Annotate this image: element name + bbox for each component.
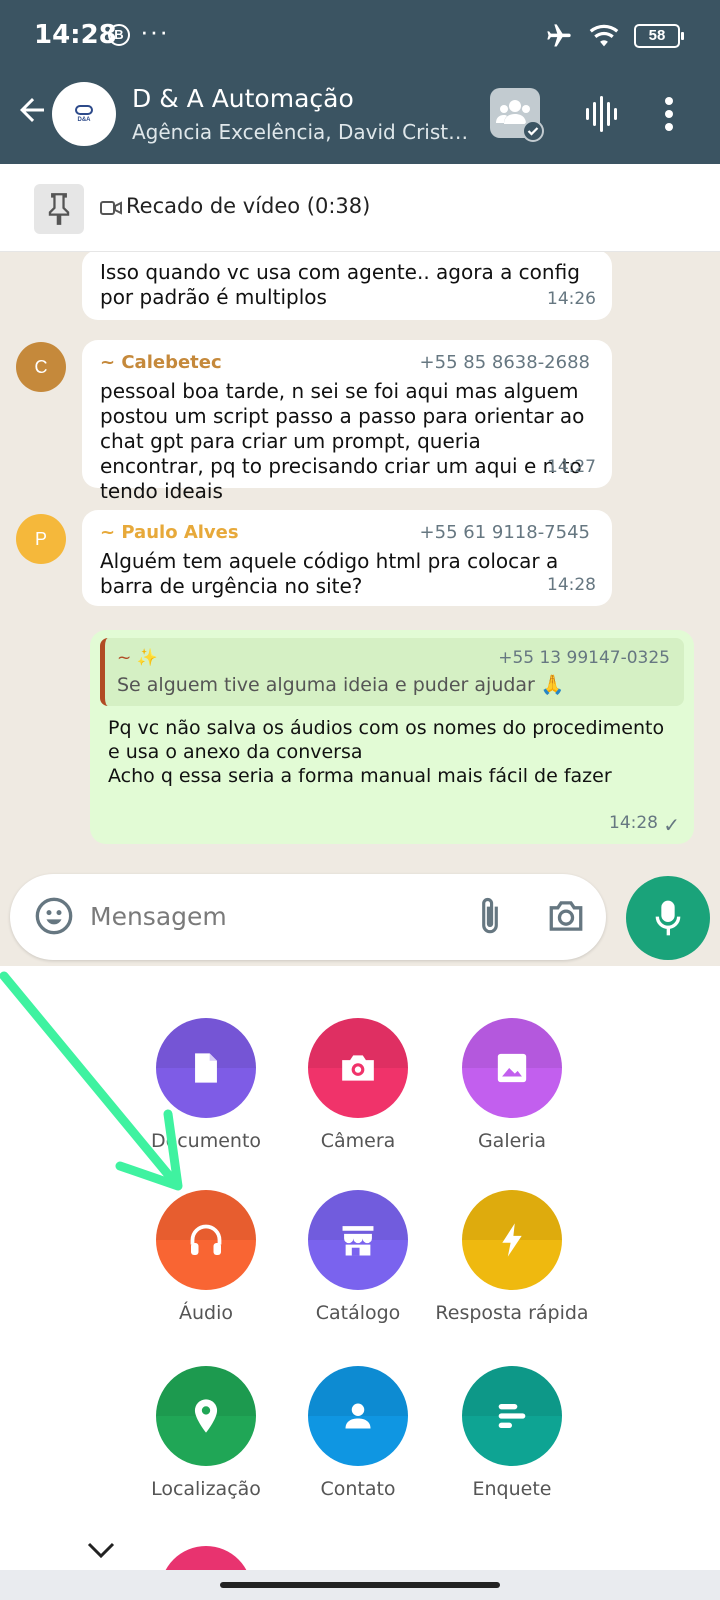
pin-button[interactable]: [34, 184, 84, 234]
store-icon: [342, 1226, 374, 1256]
pin-icon: [48, 193, 70, 225]
attach-label: Enquete: [472, 1478, 552, 1500]
message-input[interactable]: Mensagem: [90, 902, 227, 931]
home-gesture-handle[interactable]: [220, 1582, 500, 1588]
sender-phone: +55 85 8638-2688: [419, 352, 590, 373]
gallery-icon: [497, 1053, 527, 1083]
message-text: Pq vc não salva os áudios com os nomes d…: [100, 716, 684, 788]
attach-poll[interactable]: Enquete: [412, 1366, 612, 1500]
chat-area: Isso quando vc usa com agente.. agora a …: [0, 252, 720, 966]
wifi-icon: [589, 24, 619, 47]
video-icon: [100, 201, 122, 215]
pinned-message-bar[interactable]: Recado de vídeo (0:38): [0, 164, 720, 252]
message-time: 14:26: [547, 289, 596, 309]
lightning-icon: [502, 1223, 522, 1257]
chat-title[interactable]: D & A Automação: [132, 84, 354, 113]
camera-button[interactable]: [308, 1018, 408, 1118]
check-badge-icon: [522, 120, 544, 142]
voice-chat-icon[interactable]: [584, 94, 620, 134]
voice-record-button[interactable]: [626, 876, 710, 960]
message-bubble[interactable]: Isso quando vc usa com agente.. agora a …: [82, 252, 612, 320]
message-line: e usa o anexo da conversa: [108, 741, 363, 763]
attach-label: Galeria: [477, 1130, 547, 1152]
contact-button[interactable]: [308, 1366, 408, 1466]
poll-button[interactable]: [462, 1366, 562, 1466]
logo-mark: [75, 105, 93, 115]
pinned-label: Recado de vídeo (0:38): [126, 194, 371, 218]
sent-check-icon: ✓: [663, 813, 680, 837]
attach-label: Resposta rápida: [435, 1302, 589, 1324]
catalog-button[interactable]: [308, 1190, 408, 1290]
status-bar: 14:28 B ··· 58: [0, 0, 720, 72]
camera-icon: [342, 1055, 374, 1081]
more-notifications-icon: ···: [140, 16, 169, 46]
message-composer[interactable]: Mensagem: [10, 874, 606, 960]
person-icon: [345, 1403, 371, 1429]
message-line: Acho q essa seria a forma manual mais fá…: [108, 765, 612, 787]
gallery-button[interactable]: [462, 1018, 562, 1118]
location-button[interactable]: [156, 1366, 256, 1466]
system-nav-bar: [0, 1570, 720, 1600]
message-text: Alguém tem aquele código html pra coloca…: [100, 549, 559, 598]
sender-phone: +55 61 9118-7545: [419, 522, 590, 543]
message-bubble[interactable]: ~ Calebetec +55 85 8638-2688 pessoal boa…: [82, 340, 612, 503]
annotation-arrow-icon: [0, 971, 183, 1191]
emoji-icon[interactable]: [34, 896, 74, 936]
camera-icon[interactable]: [546, 898, 586, 934]
message-line: Pq vc não salva os áudios com os nomes d…: [108, 717, 665, 739]
avatar-letter: C: [34, 356, 48, 377]
outgoing-message-bubble[interactable]: ~ ✨ +55 13 99147-0325 Se alguem tive alg…: [90, 630, 694, 844]
location-pin-icon: [194, 1399, 218, 1433]
status-time: 14:28: [34, 20, 117, 50]
headphones-icon: [190, 1224, 222, 1255]
sender-avatar[interactable]: P: [16, 514, 66, 564]
b-badge-icon: B: [108, 24, 130, 46]
quoted-message[interactable]: ~ ✨ +55 13 99147-0325 Se alguem tive alg…: [100, 638, 684, 706]
quoted-phone: +55 13 99147-0325: [498, 648, 670, 668]
group-avatar[interactable]: D&A: [52, 82, 116, 146]
message-time: 14:27: [547, 457, 596, 477]
logo-text: D&A: [77, 117, 91, 123]
message-text: Isso quando vc usa com agente.. agora a …: [100, 260, 580, 309]
time-text: 14:28: [609, 813, 658, 833]
attach-gallery[interactable]: Galeria: [412, 1018, 612, 1152]
community-button[interactable]: [490, 88, 544, 142]
message-time: 14:28: [547, 575, 596, 595]
avatar-letter: P: [34, 528, 47, 549]
poll-icon: [498, 1404, 526, 1428]
message-bubble[interactable]: ~ Paulo Alves +55 61 9118-7545 Alguém te…: [82, 510, 612, 606]
back-arrow-icon[interactable]: [14, 92, 50, 128]
message-time: 14:28: [609, 811, 658, 836]
microphone-icon: [655, 900, 681, 936]
chat-subtitle[interactable]: Agência Excelência, David Crist…: [132, 120, 472, 144]
quick-reply-button[interactable]: [462, 1190, 562, 1290]
sender-avatar[interactable]: C: [16, 342, 66, 392]
attach-clip-icon[interactable]: [476, 894, 504, 938]
battery-icon: 58: [634, 24, 684, 48]
quoted-text: Se alguem tive alguma ideia e puder ajud…: [117, 674, 565, 696]
chevron-down-icon[interactable]: [86, 1540, 116, 1560]
chat-header: D&A D & A Automação Agência Excelência, …: [0, 72, 720, 164]
more-options-icon[interactable]: [664, 96, 674, 132]
attach-quick-reply[interactable]: Resposta rápida: [412, 1190, 612, 1324]
message-text: pessoal boa tarde, n sei se foi aqui mas…: [100, 379, 585, 503]
airplane-icon: [547, 24, 571, 47]
